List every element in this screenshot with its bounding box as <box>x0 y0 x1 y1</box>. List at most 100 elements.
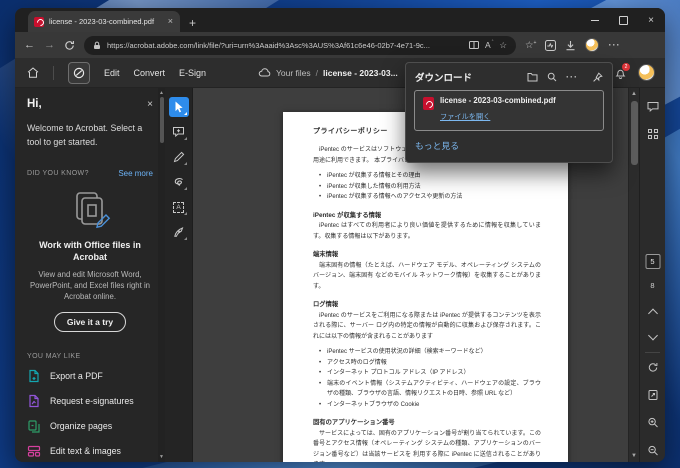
sidebar-item-label: Edit text & images <box>50 446 121 457</box>
previous-page-icon[interactable] <box>647 308 658 319</box>
toolbar-right-group: 2 <box>615 62 655 81</box>
document-scrollbar[interactable]: ▲ ▼ <box>628 88 639 462</box>
panel-scrollbar[interactable]: ▲ ▼ <box>158 88 165 462</box>
downloads-icon[interactable] <box>565 40 576 51</box>
you-may-like-label: YOU MAY LIKE <box>27 352 81 360</box>
desktop-wallpaper: license - 2023-03-combined.pdf × + × ← → <box>0 0 680 468</box>
fill-sign-tool[interactable] <box>169 222 189 242</box>
scroll-down-icon[interactable]: ▼ <box>159 454 164 460</box>
breadcrumb-file-name: license - 2023-03... <box>323 67 398 78</box>
home-icon[interactable] <box>27 67 39 78</box>
pdf-favicon-icon <box>34 16 44 27</box>
browser-tab[interactable]: license - 2023-03-combined.pdf × <box>28 11 180 32</box>
pin-downloads-icon[interactable] <box>592 71 603 83</box>
search-downloads-icon[interactable] <box>547 72 557 82</box>
give-it-a-try-button[interactable]: Give it a try <box>53 311 127 332</box>
tab-title: license - 2023-03-combined.pdf <box>49 17 155 26</box>
pdf-paragraph: サービスによっては、固有のアプリケーション番号が割り当てられています。この番号と… <box>313 430 541 458</box>
see-more-link[interactable]: See more <box>118 169 153 178</box>
panel-close-icon[interactable]: × <box>147 99 153 110</box>
open-downloads-folder-icon[interactable] <box>527 72 538 82</box>
draw-tool[interactable] <box>169 147 189 167</box>
pdf-heading: iPentec が収集する情報 <box>313 211 382 219</box>
notifications-bell-icon[interactable]: 2 <box>615 62 630 79</box>
next-page-icon[interactable] <box>647 330 658 341</box>
highlight-tool[interactable] <box>169 172 189 192</box>
pdf-bullet: iPentec サービスの使用状況の詳細（検索キーワードなど） <box>313 347 541 358</box>
tab-close-icon[interactable]: × <box>167 17 174 26</box>
forward-button[interactable]: → <box>44 39 55 51</box>
downloads-popup-header: ダウンロード ··· <box>406 63 612 90</box>
rotate-page-icon[interactable] <box>647 362 658 373</box>
zoom-out-icon[interactable] <box>647 445 658 456</box>
open-file-link[interactable]: ファイルを開く <box>440 112 490 122</box>
browser-essentials-icon[interactable] <box>545 39 557 51</box>
organize-pages-icon <box>27 419 41 433</box>
pdf-bullet: インターネット プロトコル アドレス（IP アドレス） <box>313 368 541 379</box>
comment-tool[interactable] <box>169 122 189 142</box>
sidebar-item-edit-text-images[interactable]: Edit text & images <box>27 439 153 462</box>
download-item[interactable]: license - 2023-03-combined.pdf ファイルを開く <box>414 90 604 132</box>
pdf-bullet: iPentec が収集する情報とその理由 <box>313 171 541 182</box>
favorites-bar-icon[interactable]: ☆ + <box>525 40 536 51</box>
promo-title: Work with Office files in Acrobat <box>39 240 141 262</box>
page-total: 8 <box>650 281 655 290</box>
pdf-bullet: iPentec が収集する情報へのアクセスや更新の方法 <box>313 192 541 203</box>
url-text: https://acrobat.adobe.com/link/file/?uri… <box>107 40 430 50</box>
browser-menu-icon[interactable]: ··· <box>608 40 620 50</box>
zoom-in-icon[interactable] <box>647 417 658 428</box>
see-more-downloads-link[interactable]: もっと見る <box>406 131 612 158</box>
pdf-heading: 端末情報 <box>313 251 339 258</box>
close-window-button[interactable]: × <box>637 8 665 32</box>
pdf-paragraph: 端末固有の情報（たとえば、ハードウェア モデル、オペレーティング システムのバー… <box>313 262 541 290</box>
edit-text-images-icon <box>27 444 41 458</box>
url-field[interactable]: https://acrobat.adobe.com/link/file/?uri… <box>84 35 516 55</box>
split-screen-icon[interactable] <box>469 40 480 50</box>
minimize-button[interactable] <box>581 8 609 32</box>
browser-window: license - 2023-03-combined.pdf × + × ← → <box>15 8 665 462</box>
office-files-icon <box>27 190 153 232</box>
browser-profile-avatar[interactable] <box>585 38 600 52</box>
sidebar-item-export-pdf[interactable]: Export a PDF <box>27 364 153 389</box>
acrobat-profile-avatar[interactable] <box>638 64 655 81</box>
read-aloud-icon[interactable]: Aˆ <box>485 40 493 50</box>
menu-esign[interactable]: E-Sign <box>179 68 206 78</box>
sidebar-item-label: Organize pages <box>50 421 113 432</box>
tool-suggestions-list: Export a PDF Request e-signatures Organi… <box>27 364 153 462</box>
pdf-bullet: 端末のイベント情報（システムアクティビティ、ハードウェアの設定、ブラウザの種類、… <box>313 379 541 400</box>
sidebar-item-label: Export a PDF <box>50 371 103 382</box>
sidebar-item-request-esignatures[interactable]: Request e-signatures <box>27 389 153 414</box>
scroll-up-icon[interactable]: ▲ <box>631 91 637 97</box>
new-tab-button[interactable]: + <box>189 17 196 29</box>
pdf-bullet: iPentec が収集した情報の利用方法 <box>313 182 541 193</box>
select-tool[interactable] <box>168 97 189 117</box>
acrobat-logo-button[interactable] <box>68 61 90 84</box>
cloud-icon <box>258 68 271 77</box>
scroll-thumb[interactable] <box>631 101 638 165</box>
text-box-icon: A <box>173 201 184 213</box>
greeting-text: Hi, <box>27 98 42 110</box>
welcome-text: Welcome to Acrobat. Select a tool to get… <box>27 123 143 147</box>
fit-page-icon[interactable] <box>647 389 658 401</box>
comments-panel-icon[interactable] <box>646 101 659 113</box>
viewer-right-rail: 5 8 <box>639 88 665 462</box>
page-number-input[interactable]: 5 <box>645 254 660 269</box>
menu-edit[interactable]: Edit <box>104 68 120 78</box>
downloads-more-icon[interactable]: ··· <box>566 72 578 82</box>
scroll-down-icon[interactable]: ▼ <box>631 453 637 459</box>
panel-scroll-thumb[interactable] <box>159 97 164 143</box>
page-thumbnails-icon[interactable] <box>647 129 658 139</box>
back-button[interactable]: ← <box>24 39 35 51</box>
pdf-bullet: アクセス時のログ情報 <box>313 358 541 369</box>
promo-description: View and edit Microsoft Word, PowerPoint… <box>29 269 151 302</box>
breadcrumb: Your files / license - 2023-03... PDF <box>258 68 421 78</box>
scroll-up-icon[interactable]: ▲ <box>159 90 164 96</box>
add-text-tool[interactable]: A <box>169 197 189 217</box>
refresh-button[interactable] <box>64 40 75 51</box>
maximize-button[interactable] <box>609 8 637 32</box>
menu-convert[interactable]: Convert <box>134 68 166 78</box>
add-favorite-icon[interactable]: ☆ <box>499 40 507 51</box>
sidebar-item-organize-pages[interactable]: Organize pages <box>27 414 153 439</box>
request-esignatures-icon <box>27 394 41 408</box>
breadcrumb-your-files[interactable]: Your files <box>276 68 311 78</box>
